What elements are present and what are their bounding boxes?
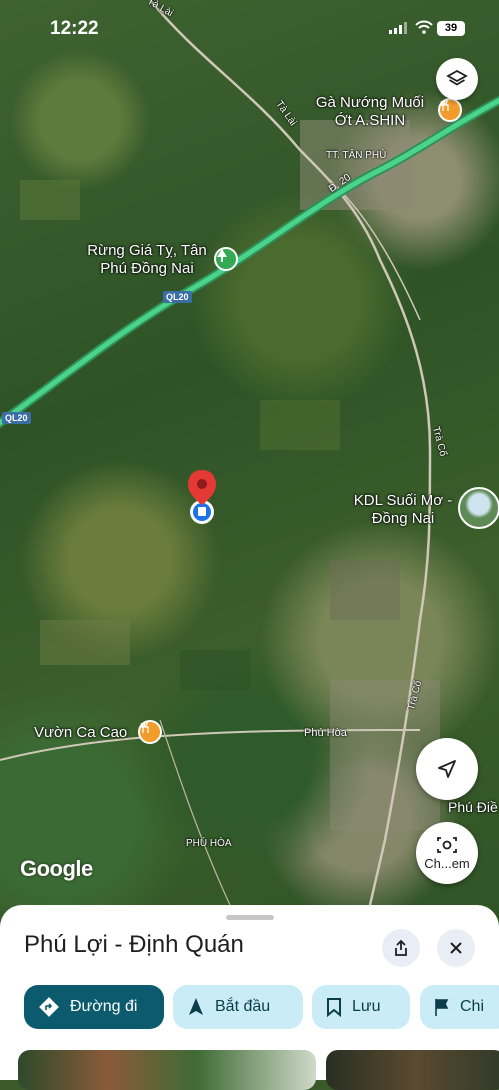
poi-label-rung-gia-ty[interactable]: Rừng Giá Tỵ, Tân Phú Đồng Nai — [82, 242, 212, 278]
google-logo: Google — [20, 856, 93, 881]
wifi-icon — [415, 20, 433, 34]
poi-label-kdl-suoi-mo[interactable]: KDL Suối Mơ - Đồng Nai — [352, 492, 454, 528]
save-button[interactable]: Lưu — [312, 985, 410, 1029]
save-label: Lưu — [352, 998, 381, 1015]
road-shield-ql20: QL20 — [2, 412, 31, 424]
location-pin-icon — [188, 470, 216, 524]
place-bottom-sheet[interactable]: Phú Lợi - Định Quán Đường đi Bắt đầu Lưu — [0, 905, 499, 1090]
share-chip-label: Chi — [460, 998, 485, 1015]
area-label-tt-tan-phu: TT. TÂN PHÚ — [326, 150, 387, 161]
directions-icon — [39, 997, 59, 1017]
navigation-start-icon — [189, 998, 203, 1015]
start-label: Bắt đầu — [215, 998, 271, 1015]
restaurant-icon[interactable] — [138, 720, 162, 744]
start-button[interactable]: Bắt đầu — [173, 985, 303, 1029]
place-photo[interactable] — [18, 1050, 316, 1090]
cellular-signal-icon — [389, 22, 407, 34]
poi-label-phu-dien[interactable]: Phú Điề — [448, 798, 498, 816]
share-chip-button[interactable]: Chi — [420, 985, 499, 1029]
poi-photo-thumbnail[interactable] — [458, 487, 499, 529]
layers-button[interactable] — [436, 58, 478, 100]
navigation-arrow-icon — [438, 760, 456, 778]
close-icon — [450, 942, 462, 954]
bookmark-icon — [327, 998, 341, 1017]
directions-button[interactable]: Đường đi — [24, 985, 164, 1029]
place-title: Phú Lợi - Định Quán — [24, 931, 244, 958]
camera-search-icon — [437, 836, 457, 853]
battery-indicator: 39 — [437, 21, 465, 36]
street-view-label: Ch...em — [424, 855, 470, 871]
place-photo[interactable] — [326, 1050, 499, 1090]
share-icon — [395, 939, 407, 956]
status-time: 12:22 — [50, 18, 99, 39]
park-icon[interactable] — [214, 247, 238, 271]
poi-label-ga-nuong[interactable]: Gà Nướng Muối Ớt A.SHIN — [310, 94, 430, 130]
status-bar: 12:22 39 — [0, 14, 499, 44]
share-button[interactable] — [382, 929, 420, 967]
road-label-phu-hoa: Phú Hòa — [304, 727, 347, 739]
directions-label: Đường đi — [70, 998, 138, 1015]
street-view-button[interactable]: Ch...em — [416, 822, 478, 884]
restaurant-icon[interactable] — [438, 98, 462, 122]
poi-label-vuon-ca-cao[interactable]: Vườn Ca Cao — [34, 724, 127, 742]
close-button[interactable] — [437, 929, 475, 967]
road-shield-ql20: QL20 — [163, 291, 192, 303]
my-location-button[interactable] — [416, 738, 478, 800]
sheet-drag-handle[interactable] — [226, 915, 274, 920]
flag-icon — [435, 999, 449, 1016]
layers-icon — [446, 69, 468, 86]
area-label-phu-hoa: PHÚ HÒA — [186, 838, 232, 849]
